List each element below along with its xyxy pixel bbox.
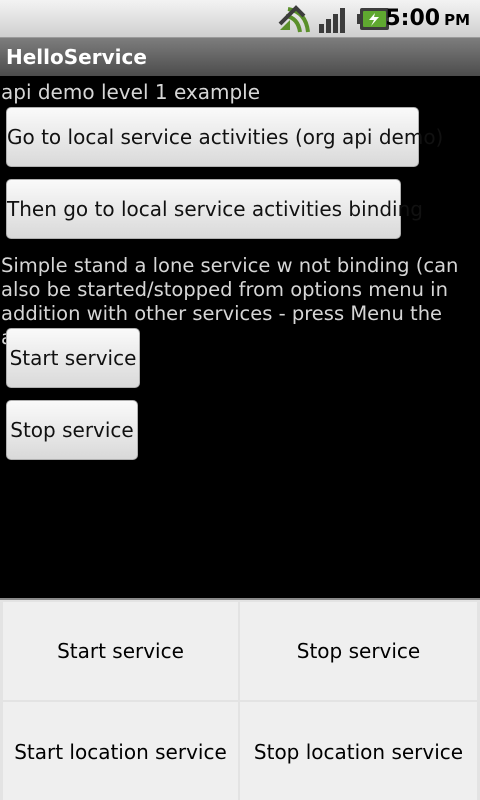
wifi-icon bbox=[278, 5, 310, 33]
go-local-service-activities-button[interactable]: Go to local service activities (org api … bbox=[6, 107, 443, 167]
main-content: api demo level 1 example Go to local ser… bbox=[0, 76, 480, 598]
app-title: HelloService bbox=[6, 45, 147, 69]
clock: 5:00 PM bbox=[385, 5, 470, 33]
menu-item-stop-service[interactable]: Stop service bbox=[240, 602, 477, 700]
title-bar: HelloService bbox=[0, 38, 480, 76]
clock-time: 5:00 bbox=[385, 6, 441, 31]
menu-item-start-location-service[interactable]: Start location service bbox=[3, 702, 238, 800]
signal-icon bbox=[319, 8, 345, 33]
status-bar: 5:00 PM bbox=[0, 0, 480, 38]
clock-ampm: PM bbox=[444, 11, 470, 29]
local-service-binding-button[interactable]: Then go to local service activities bind… bbox=[6, 179, 423, 239]
menu-item-start-service[interactable]: Start service bbox=[3, 602, 238, 700]
stop-service-button[interactable]: Stop service bbox=[6, 400, 138, 460]
menu-item-stop-location-service[interactable]: Stop location service bbox=[240, 702, 477, 800]
heading-label: api demo level 1 example bbox=[1, 80, 261, 104]
options-menu: Start service Stop service Start locatio… bbox=[0, 598, 480, 800]
start-service-button[interactable]: Start service bbox=[6, 328, 140, 388]
